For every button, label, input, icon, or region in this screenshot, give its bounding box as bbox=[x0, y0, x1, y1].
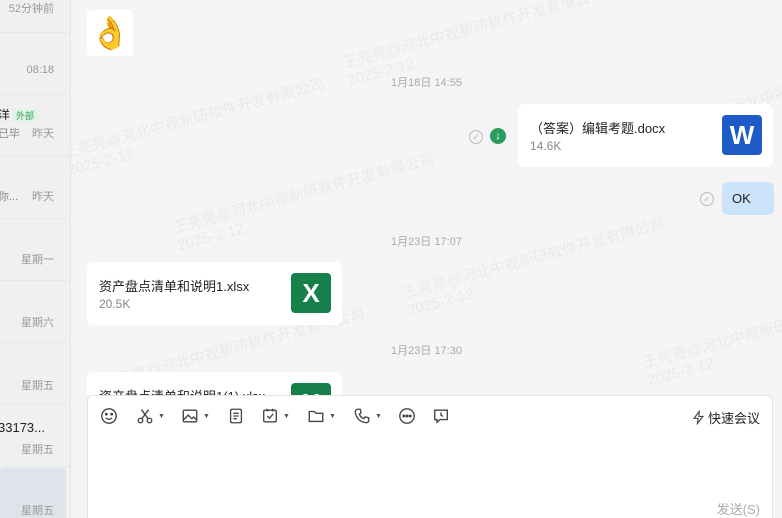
image-icon bbox=[182, 409, 198, 423]
task-button[interactable]: ▼ bbox=[261, 406, 290, 426]
message-composer: ▼ ▼ ▼ ▼ ▼ 快速会议 发送(S) bbox=[87, 395, 773, 518]
folder-button[interactable]: ▼ bbox=[307, 406, 336, 426]
conversation-name: 洋外部 bbox=[0, 106, 38, 123]
conversation-list: 52分钟前 08:18 洋外部 已毕 昨天 你... 昨天 星期一 星期六 星期… bbox=[0, 0, 71, 518]
chevron-down-icon[interactable]: ▼ bbox=[375, 413, 382, 420]
excel-file-icon: X bbox=[291, 273, 331, 313]
phone-icon bbox=[354, 408, 370, 424]
quick-meeting-button[interactable]: 快速会议 bbox=[691, 408, 760, 427]
chat-area: 王亮亮@河北中视新研软件开发有限公司 2025-2-12 王亮亮@河北中视新研软件… bbox=[71, 0, 782, 395]
smiley-icon bbox=[101, 408, 117, 424]
call-button[interactable]: ▼ bbox=[353, 406, 382, 426]
screenshot-button[interactable]: ▼ bbox=[136, 406, 165, 426]
watermark: 王亮亮@河北中视新研软件开发有限公司2025-2-12 bbox=[640, 285, 782, 390]
scissors-icon bbox=[137, 409, 153, 424]
word-file-icon: W bbox=[722, 115, 762, 155]
quick-meeting-label: 快速会议 bbox=[707, 411, 760, 426]
conversation-time: 星期五 bbox=[21, 505, 54, 517]
document-icon bbox=[229, 408, 243, 424]
file-message-xlsx[interactable]: 资产盘点清单和说明1.xlsx 20.5K X bbox=[87, 262, 342, 325]
conversation-time: 昨天 bbox=[32, 128, 54, 140]
conversation-item[interactable]: 星期一 bbox=[0, 218, 70, 281]
chevron-down-icon[interactable]: ▼ bbox=[203, 413, 210, 420]
external-tag: 外部 bbox=[13, 109, 38, 122]
conversation-time: 52分钟前 bbox=[8, 3, 54, 15]
conversation-preview: 已毕 bbox=[0, 128, 20, 140]
image-button[interactable]: ▼ bbox=[181, 406, 210, 426]
file-size: 14.6K bbox=[530, 139, 562, 153]
watermark: 王亮亮@河北中视新研软件开发有限公司2025-2-12 bbox=[400, 215, 667, 320]
conversation-item[interactable]: 洋外部 已毕 昨天 bbox=[0, 94, 70, 157]
conversation-time: 昨天 bbox=[32, 191, 54, 203]
file-name: 资产盘点清单和说明1.xlsx bbox=[99, 279, 250, 294]
read-status-icon: ✓ bbox=[469, 130, 483, 144]
send-button[interactable]: 发送(S) bbox=[717, 499, 760, 518]
conversation-item[interactable]: 星期五 bbox=[0, 342, 70, 405]
read-status-icon: ✓ bbox=[700, 192, 714, 206]
watermark: 王亮亮@河北中视新研软件开发有限公司2025-2-12 bbox=[71, 75, 327, 180]
conversation-time: 08:18 bbox=[26, 64, 54, 76]
file-message-xlsx[interactable]: 资产盘点清单和说明1(1).xlsx X bbox=[87, 372, 342, 395]
file-name: 资产盘点清单和说明1(1).xlsx bbox=[99, 386, 265, 395]
conversation-preview: 你... bbox=[0, 191, 19, 203]
file-name: （答案）编辑考题.docx bbox=[530, 121, 666, 136]
chevron-down-icon[interactable]: ▼ bbox=[329, 413, 336, 420]
conversation-time: 星期五 bbox=[21, 380, 54, 392]
file-message-docx[interactable]: （答案）编辑考题.docx 14.6K W bbox=[518, 104, 773, 167]
emoji-button[interactable] bbox=[100, 406, 118, 426]
conversation-name: 33173... bbox=[0, 420, 45, 435]
conversation-item[interactable]: 33173... 星期五 bbox=[0, 404, 70, 467]
lightning-icon bbox=[692, 410, 705, 425]
emoji-message[interactable]: 👌 bbox=[87, 10, 133, 56]
chevron-down-icon[interactable]: ▼ bbox=[158, 413, 165, 420]
conversation-time: 星期一 bbox=[21, 254, 54, 266]
folder-icon bbox=[308, 410, 324, 423]
history-button[interactable] bbox=[432, 406, 450, 426]
message-timestamp: 1月23日 17:07 bbox=[391, 236, 462, 248]
checklist-icon bbox=[263, 408, 277, 423]
excel-file-icon: X bbox=[291, 383, 331, 395]
download-icon[interactable]: ↓ bbox=[490, 128, 506, 144]
conversation-item[interactable]: 08:18 bbox=[0, 32, 70, 95]
conversation-item-selected[interactable]: 星期五 bbox=[0, 468, 66, 518]
document-button[interactable] bbox=[227, 406, 245, 426]
chat-history-icon bbox=[434, 409, 448, 424]
conversation-item[interactable]: 52分钟前 bbox=[0, 0, 70, 33]
conversation-item[interactable]: 星期六 bbox=[0, 280, 70, 343]
message-timestamp: 1月18日 14:55 bbox=[391, 77, 462, 89]
chevron-down-icon[interactable]: ▼ bbox=[283, 413, 290, 420]
more-button[interactable] bbox=[398, 406, 416, 426]
text-message[interactable]: OK bbox=[722, 182, 774, 215]
file-size: 20.5K bbox=[99, 297, 131, 311]
conversation-item[interactable]: 你... 昨天 bbox=[0, 156, 70, 219]
conversation-time: 星期六 bbox=[21, 317, 54, 329]
message-timestamp: 1月23日 17:30 bbox=[391, 345, 462, 357]
more-icon bbox=[399, 408, 415, 424]
conversation-time: 星期五 bbox=[21, 444, 54, 456]
